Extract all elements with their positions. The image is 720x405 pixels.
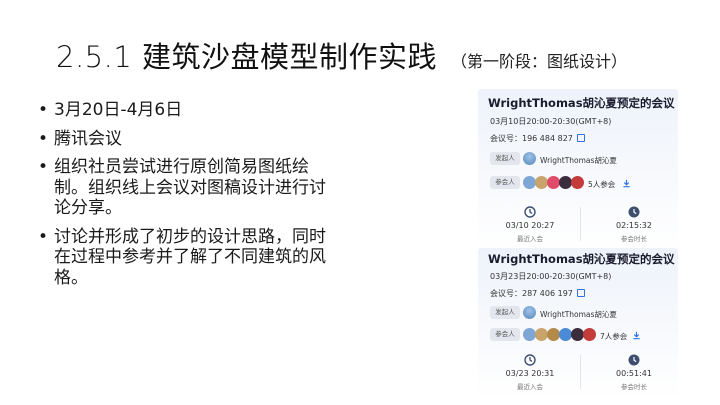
clock-icon	[628, 206, 640, 218]
meeting-time: 03月23日20:00-20:30(GMT+8)	[490, 272, 612, 281]
host-label: 发起人	[490, 152, 520, 165]
duration-label: 参会时长	[621, 383, 647, 391]
history-icon	[524, 206, 536, 218]
host-avatar	[523, 152, 536, 165]
download-icon[interactable]	[622, 179, 631, 188]
stat-divider	[580, 355, 581, 389]
duration-label: 参会时长	[621, 235, 647, 243]
duration-stat: 02:15:32 参会时长	[594, 205, 674, 243]
duration: 00:51:41	[616, 369, 652, 378]
meeting-id: 会议号：196 484 827	[490, 134, 573, 143]
meeting-title: WrightThomas胡沁夏预定的会议	[488, 96, 675, 110]
copy-icon[interactable]	[576, 134, 585, 142]
join-time: 03/23 20:31	[505, 369, 555, 378]
host-label: 发起人	[490, 306, 520, 319]
participants-label: 参会人	[490, 328, 520, 341]
meeting-id: 会议号：287 406 197	[490, 289, 573, 298]
bullet-activity: 组织社员尝试进行原创简易图纸绘制。组织线上会议对图稿设计进行讨论分享。	[38, 157, 338, 219]
participants-count[interactable]: 5人参会	[588, 179, 615, 190]
join-time: 03/10 20:27	[505, 221, 555, 230]
meeting-card-2[interactable]: WrightThomas胡沁夏预定的会议 03月23日20:00-20:30(G…	[478, 248, 678, 400]
participants-count[interactable]: 7人参会	[600, 331, 627, 342]
participant-avatar	[583, 328, 596, 341]
bullet-platform: 腾讯会议	[38, 129, 338, 150]
copy-icon[interactable]	[576, 289, 585, 297]
meeting-title: WrightThomas胡沁夏预定的会议	[488, 252, 675, 266]
recent-join-stat: 03/10 20:27 最近入会	[490, 205, 570, 243]
meeting-id-row: 会议号：196 484 827	[490, 133, 585, 144]
participant-avatar	[571, 176, 584, 189]
join-label: 最近入会	[517, 235, 543, 243]
duration-stat: 00:51:41 参会时长	[594, 353, 674, 391]
host-avatar	[523, 306, 536, 319]
history-icon	[524, 354, 536, 366]
host-name: WrightThomas胡沁夏	[540, 310, 617, 319]
slide-title: 2.5.1 建筑沙盘模型制作实践 （第一阶段：图纸设计）	[56, 34, 627, 76]
meeting-time: 03月10日20:00-20:30(GMT+8)	[490, 117, 612, 126]
bullet-list: 3月20日-4月6日 腾讯会议 组织社员尝试进行原创简易图纸绘制。组织线上会议对…	[38, 100, 338, 296]
stat-divider	[580, 207, 581, 241]
download-icon[interactable]	[632, 331, 641, 340]
clock-icon	[628, 354, 640, 366]
slide-title-main: 2.5.1 建筑沙盘模型制作实践	[56, 40, 438, 74]
recent-join-stat: 03/23 20:31 最近入会	[490, 353, 570, 391]
slide-subtitle: （第一阶段：图纸设计）	[451, 52, 628, 71]
meeting-id-row: 会议号：287 406 197	[490, 288, 585, 299]
meeting-card-1[interactable]: WrightThomas胡沁夏预定的会议 03月10日20:00-20:30(G…	[478, 89, 678, 253]
join-label: 最近入会	[517, 383, 543, 391]
bullet-date: 3月20日-4月6日	[38, 100, 338, 121]
bullet-outcome: 讨论并形成了初步的设计思路，同时在过程中参考并了解了不同建筑的风格。	[38, 227, 338, 289]
participants-label: 参会人	[490, 176, 520, 189]
duration: 02:15:32	[616, 221, 652, 230]
host-name: WrightThomas胡沁夏	[540, 156, 617, 165]
